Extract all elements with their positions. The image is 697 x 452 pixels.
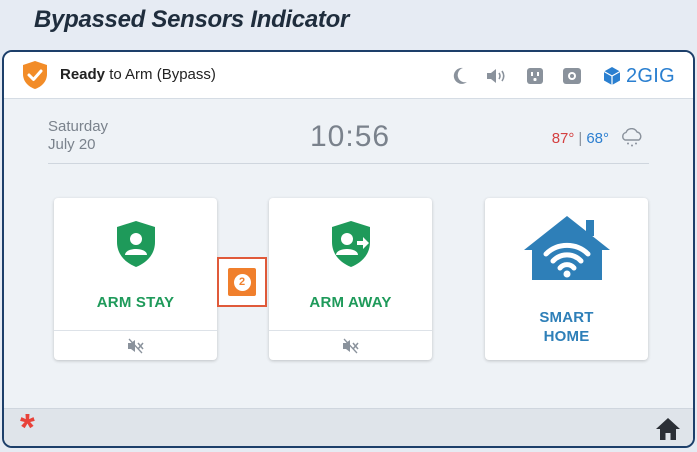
arm-stay-button[interactable]: ARM STAY: [54, 198, 217, 360]
bottom-bar: *: [4, 408, 693, 446]
arm-away-label: ARM AWAY: [309, 294, 392, 311]
arm-stay-shield-icon: [116, 221, 155, 267]
temp-separator: |: [578, 129, 583, 147]
arm-away-button[interactable]: ARM AWAY: [269, 198, 432, 360]
bypassed-sensors-indicator[interactable]: 2: [217, 257, 267, 307]
clock: 10:56: [310, 120, 391, 153]
smart-home-label-line1: SMART: [539, 309, 594, 326]
speaker-icon[interactable]: [486, 67, 508, 85]
smart-home-icon: [523, 216, 610, 280]
temp-low: 68°: [586, 129, 609, 147]
smart-home-button[interactable]: SMART HOME: [485, 198, 648, 360]
status-ready: Ready: [60, 66, 106, 83]
asterisk-icon[interactable]: *: [20, 409, 35, 446]
moon-icon[interactable]: [452, 67, 468, 85]
bypass-count: 2: [233, 273, 251, 291]
arm-stay-silent-toggle[interactable]: [54, 330, 217, 360]
mute-icon: [127, 338, 144, 353]
brand-logo: 2GIG: [602, 65, 675, 88]
arm-status-text[interactable]: Ready to Arm (Bypass): [60, 66, 216, 83]
bypass-badge: 2: [228, 268, 256, 296]
control-panel-screen: Ready to Arm (Bypass) 2GIG Saturday July…: [2, 50, 695, 448]
camera-icon[interactable]: [562, 67, 582, 85]
status-bar: Ready to Arm (Bypass) 2GIG: [4, 52, 693, 99]
status-detail: to Arm (Bypass): [105, 66, 216, 83]
page-caption: Bypassed Sensors Indicator: [34, 6, 349, 33]
arm-away-shield-icon: [331, 221, 370, 267]
info-row: Saturday July 20 10:56 87° | 68°: [48, 116, 649, 164]
smart-home-label: SMART HOME: [485, 308, 648, 346]
rain-cloud-icon: [619, 128, 645, 148]
temp-high: 87°: [551, 129, 575, 147]
system-icons: 2GIG: [434, 64, 675, 88]
outlet-icon[interactable]: [526, 67, 544, 85]
mute-icon: [342, 338, 359, 353]
arm-stay-label: ARM STAY: [96, 294, 175, 311]
date: July 20: [48, 136, 96, 153]
weather-widget[interactable]: 87° | 68°: [552, 128, 645, 148]
home-icon[interactable]: [655, 417, 681, 441]
smart-home-label-line2: HOME: [543, 328, 590, 345]
brand-name: 2GIG: [626, 64, 675, 87]
shield-check-icon[interactable]: [21, 60, 49, 90]
weekday: Saturday: [48, 118, 109, 135]
brand-cube-icon: [603, 67, 621, 85]
arm-away-silent-toggle[interactable]: [269, 330, 432, 360]
